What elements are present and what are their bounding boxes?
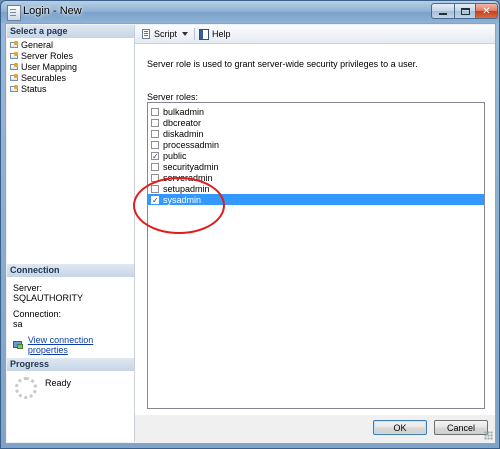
view-connection-properties-label: View connection properties [27, 335, 94, 355]
role-row-bulkadmin[interactable]: bulkadmin [148, 106, 484, 117]
minimize-icon [439, 13, 447, 15]
script-icon [141, 29, 151, 39]
role-checkbox[interactable] [151, 162, 159, 171]
help-button[interactable]: Help [199, 28, 231, 40]
role-name: dbcreator [163, 117, 202, 128]
toolbar: Script Help [135, 25, 495, 44]
select-page-header: Select a page [7, 25, 134, 38]
page-item-status[interactable]: Status [10, 83, 47, 94]
page-item-general[interactable]: General [10, 39, 53, 50]
connection-value: sa [13, 319, 23, 329]
page-item-label: General [21, 39, 54, 50]
cancel-button[interactable]: Cancel [434, 420, 488, 435]
role-row-securityadmin[interactable]: securityadmin [148, 161, 484, 172]
role-name: setupadmin [163, 183, 210, 194]
progress-status: Ready [45, 378, 72, 388]
role-checkbox[interactable] [151, 118, 159, 127]
page-item-server-roles[interactable]: Server Roles [10, 50, 73, 61]
page-item-label: Securables [21, 72, 67, 83]
view-connection-properties-link[interactable]: View connection properties [13, 335, 134, 355]
connection-properties-icon [13, 340, 24, 350]
maximize-icon [460, 7, 470, 15]
page-item-user-mapping[interactable]: User Mapping [10, 61, 77, 72]
role-checkbox[interactable] [151, 140, 159, 149]
script-button[interactable]: Script [141, 28, 189, 40]
role-name: public [163, 150, 187, 161]
login-new-window: Login - New ✕ Select a page General Serv… [0, 0, 500, 449]
role-name: serveradmin [163, 172, 213, 183]
minimize-button[interactable] [431, 3, 455, 19]
role-row-public[interactable]: ✓ public [148, 150, 484, 161]
role-checkbox[interactable] [151, 184, 159, 193]
main-pane: Script Help Server role is used to grant… [133, 25, 495, 415]
role-name: sysadmin [163, 194, 202, 205]
role-checkbox[interactable] [151, 107, 159, 116]
window-title: Login - New [23, 5, 82, 17]
server-roles-label: Server roles: [147, 92, 198, 102]
role-name: diskadmin [163, 128, 204, 139]
server-role-description: Server role is used to grant server-wide… [147, 59, 418, 69]
role-checkbox[interactable]: ✓ [151, 195, 159, 204]
resize-grip-icon[interactable] [484, 431, 493, 440]
help-icon [199, 28, 209, 40]
close-icon: ✕ [482, 5, 491, 17]
server-roles-label-text: Server roles: [147, 92, 199, 102]
toolbar-separator [194, 28, 195, 40]
script-label: Script [154, 29, 178, 39]
app-icon [7, 5, 21, 21]
role-name: processadmin [163, 139, 220, 150]
page-icon [10, 40, 18, 49]
page-item-label: Status [21, 83, 47, 94]
page-item-label: User Mapping [21, 61, 78, 72]
role-checkbox[interactable]: ✓ [151, 151, 159, 160]
role-row-diskadmin[interactable]: diskadmin [148, 128, 484, 139]
connection-label: Connection: [13, 309, 62, 319]
role-name: bulkadmin [163, 106, 205, 117]
role-name: securityadmin [163, 161, 219, 172]
page-icon [10, 51, 18, 60]
page-icon [10, 84, 18, 93]
role-row-sysadmin[interactable]: ✓ sysadmin [148, 194, 484, 205]
role-row-dbcreator[interactable]: dbcreator [148, 117, 484, 128]
help-label: Help [212, 29, 231, 39]
progress-header: Progress [7, 358, 134, 371]
ok-button[interactable]: OK [373, 420, 427, 435]
page-item-label: Server Roles [21, 50, 74, 61]
role-checkbox[interactable] [151, 173, 159, 182]
page-icon [10, 62, 18, 71]
server-roles-list[interactable]: bulkadmin dbcreator diskadmin processadm… [147, 102, 485, 409]
role-row-setupadmin[interactable]: setupadmin [148, 183, 484, 194]
chevron-down-icon[interactable] [182, 32, 189, 36]
page-item-securables[interactable]: Securables [10, 72, 66, 83]
server-value: SQLAUTHORITY [13, 293, 84, 303]
dialog-client-area: Select a page General Server Roles User … [5, 23, 496, 444]
close-button[interactable]: ✕ [475, 3, 498, 19]
server-label: Server: [13, 283, 43, 293]
left-pane: Select a page General Server Roles User … [7, 25, 135, 442]
title-bar[interactable]: Login - New ✕ [1, 1, 499, 23]
page-icon [10, 73, 18, 82]
progress-spinner-icon [15, 377, 37, 399]
role-row-processadmin[interactable]: processadmin [148, 139, 484, 150]
maximize-button[interactable] [454, 3, 476, 19]
connection-header: Connection [7, 264, 134, 277]
role-row-serveradmin[interactable]: serveradmin [148, 172, 484, 183]
role-checkbox[interactable] [151, 129, 159, 138]
dialog-button-bar: OK Cancel [135, 415, 495, 442]
